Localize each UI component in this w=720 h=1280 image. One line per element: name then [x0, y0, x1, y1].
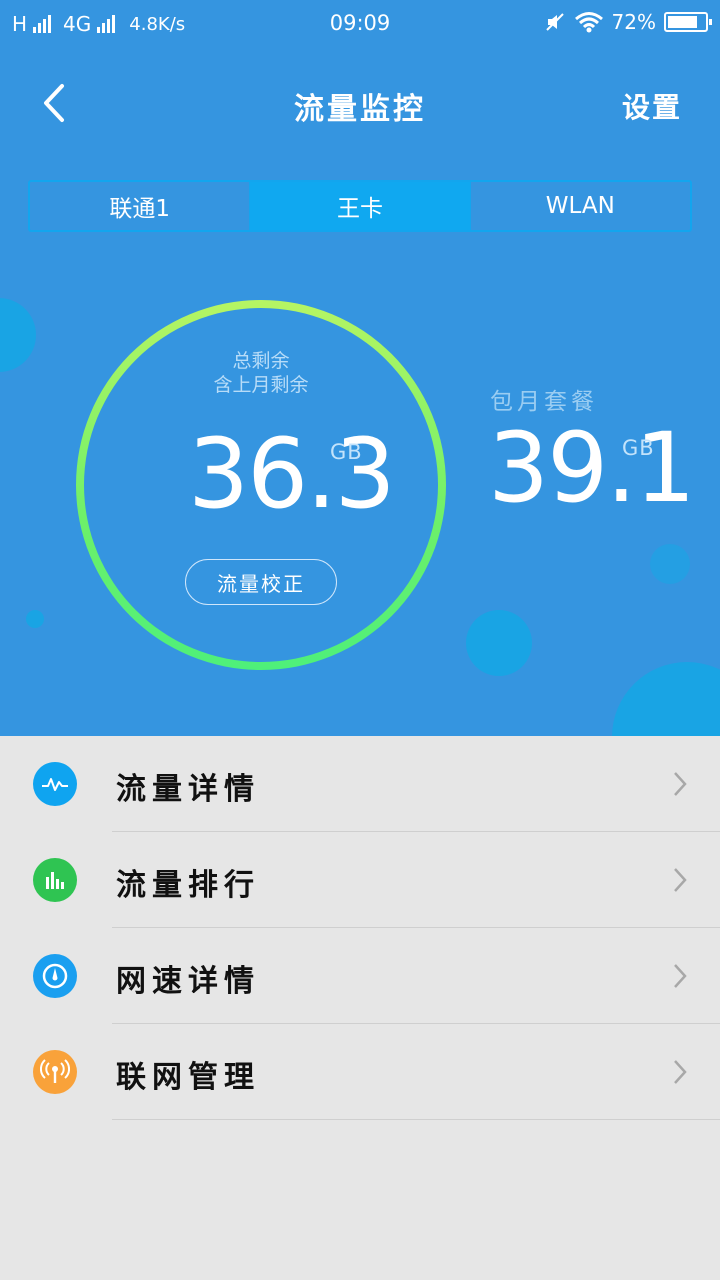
app-header: 流量监控 设置 — [0, 70, 720, 134]
tab-unicom1[interactable]: 联通1 — [30, 182, 251, 230]
remaining-gauge: 总剩余 含上月剩余 36.3 GB 流量校正 — [76, 300, 446, 670]
status-bar: H 4G 4.8K/s 09:09 72% — [0, 0, 720, 48]
menu-item-traffic-details[interactable]: 流量详情 — [0, 736, 720, 832]
speedometer-icon — [33, 954, 77, 998]
decor-bubble — [612, 662, 720, 736]
chevron-right-icon — [674, 772, 687, 796]
menu-item-label: 网速详情 — [116, 964, 260, 999]
remaining-unit: GB — [330, 440, 363, 464]
menu-item-label: 流量详情 — [116, 772, 260, 807]
wifi-icon — [574, 12, 603, 33]
antenna-icon — [33, 1050, 77, 1094]
chevron-right-icon — [674, 868, 687, 892]
menu-item-label: 联网管理 — [116, 1060, 260, 1095]
tab-wangka[interactable]: 王卡 — [250, 182, 471, 230]
battery-percent: 72% — [611, 10, 656, 34]
battery-icon — [664, 12, 712, 32]
decor-bubble — [0, 298, 36, 372]
gauge-sublabel: 含上月剩余 — [213, 374, 309, 396]
bar-chart-icon — [33, 858, 77, 902]
decor-bubble — [466, 610, 532, 676]
chevron-right-icon — [674, 964, 687, 988]
calibrate-button[interactable]: 流量校正 — [185, 559, 337, 605]
sim-tabs: 联通1 王卡 WLAN — [28, 180, 692, 232]
divider — [112, 1119, 720, 1120]
tab-wlan[interactable]: WLAN — [471, 182, 690, 230]
chevron-right-icon — [674, 1060, 687, 1084]
settings-button[interactable]: 设置 — [622, 86, 682, 126]
menu-item-speed-details[interactable]: 网速详情 — [0, 928, 720, 1024]
plan-value: 39.1 — [488, 412, 696, 524]
gauge-inner: 总剩余 含上月剩余 36.3 GB 流量校正 — [84, 308, 438, 662]
decor-bubble — [650, 544, 690, 584]
menu-item-traffic-ranking[interactable]: 流量排行 — [0, 832, 720, 928]
mute-icon — [545, 13, 564, 31]
menu-item-network-management[interactable]: 联网管理 — [0, 1024, 720, 1120]
pulse-icon — [33, 762, 77, 806]
decor-bubble — [26, 610, 44, 628]
plan-unit: GB — [622, 436, 655, 460]
menu-item-label: 流量排行 — [116, 868, 260, 903]
top-panel: H 4G 4.8K/s 09:09 72% 流量监控 设置 联通1 王卡 WLA… — [0, 0, 720, 736]
plan-label: 包月套餐 — [490, 389, 598, 415]
menu-list: 流量详情 流量排行 网速详情 联网管理 — [0, 736, 720, 1120]
gauge-label: 总剩余 — [232, 350, 290, 372]
page-title: 流量监控 — [294, 92, 426, 127]
remaining-value: 36.3 — [188, 418, 396, 530]
